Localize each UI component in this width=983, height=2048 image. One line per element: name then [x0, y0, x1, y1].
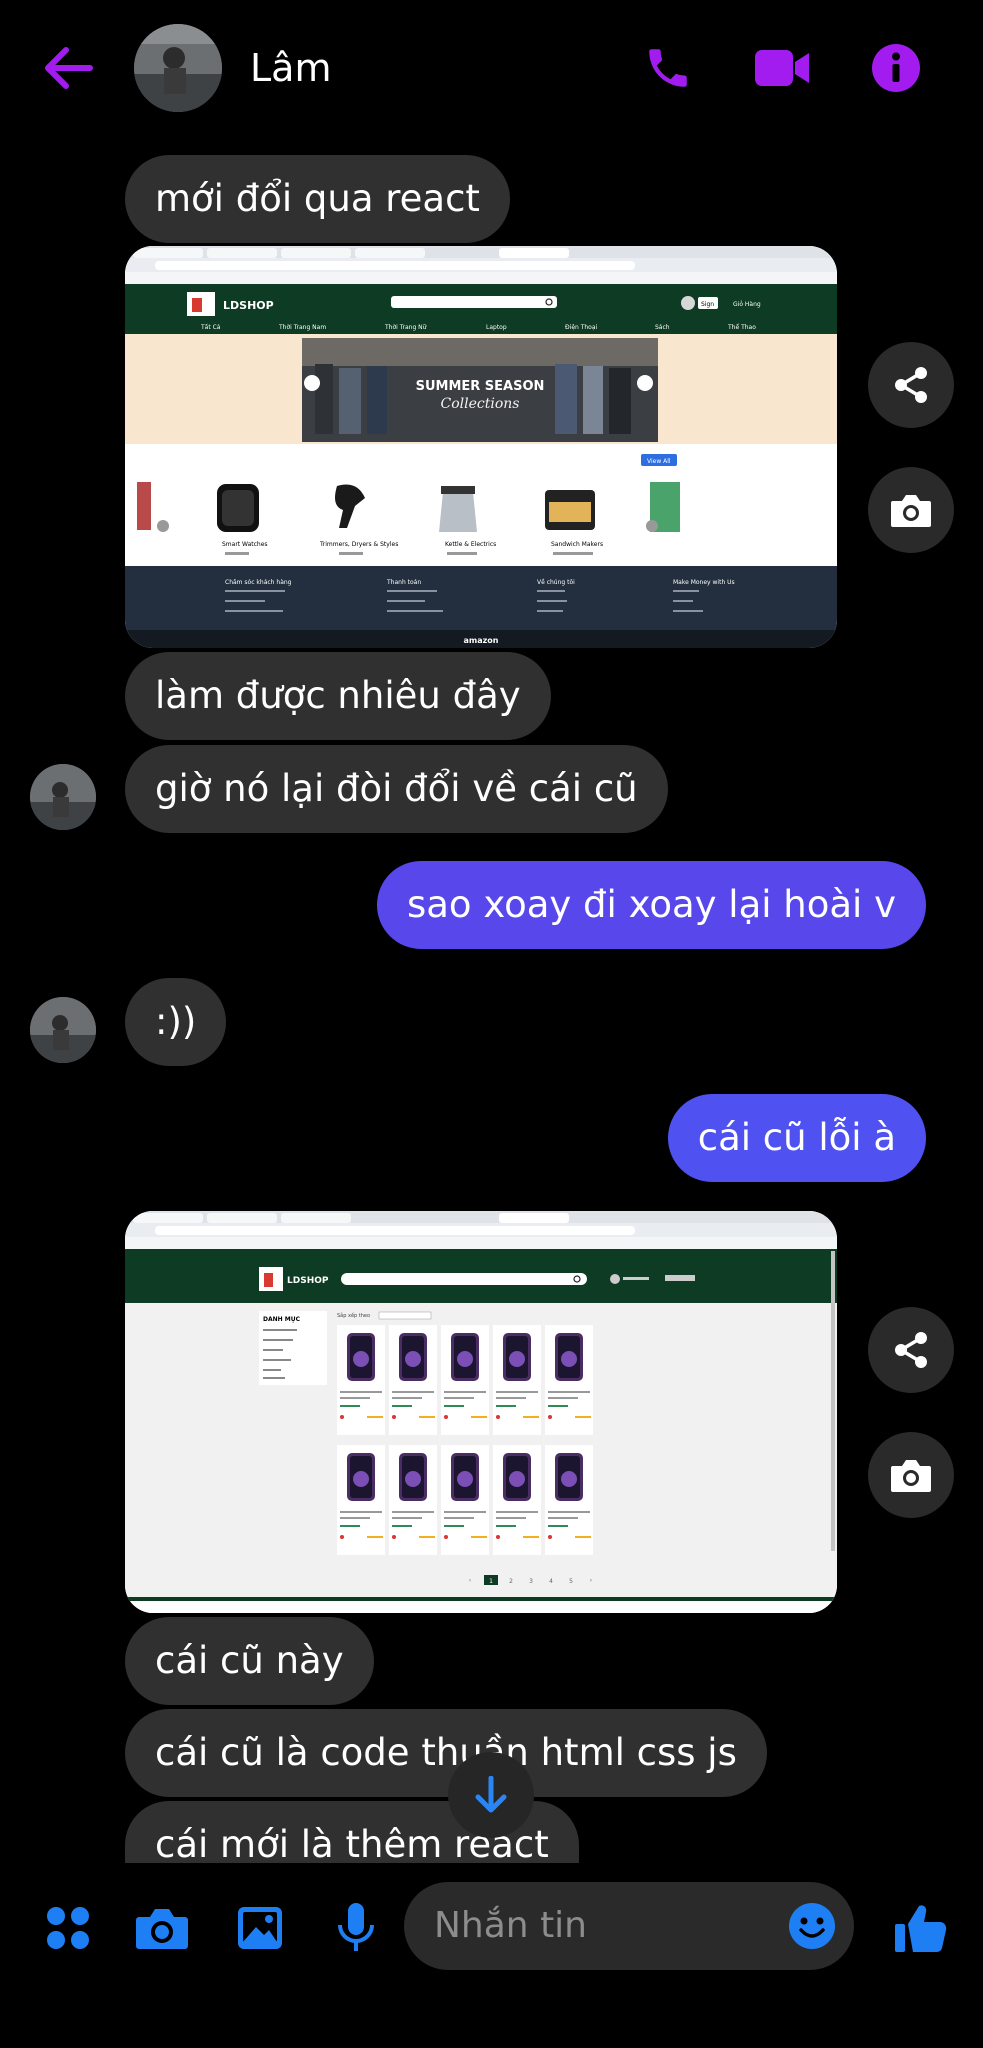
product-card[interactable]: [441, 1325, 489, 1435]
phone-icon: [649, 49, 687, 87]
video-camera-icon: [755, 50, 809, 86]
nav-item[interactable]: Điện Thoại: [565, 324, 598, 331]
shop-logo: LDSHOP: [287, 1276, 329, 1286]
nav-item[interactable]: Sách: [655, 324, 670, 331]
footer-heading: Chăm sóc khách hàng: [225, 579, 292, 586]
product-card[interactable]: [389, 1325, 437, 1435]
nav-item[interactable]: Laptop: [486, 324, 507, 331]
message-bubble[interactable]: cái cũ là code thuần html css js: [125, 1709, 767, 1797]
page-button[interactable]: 5: [569, 1578, 573, 1585]
product-card[interactable]: [493, 1445, 541, 1555]
scroll-down-button[interactable]: [448, 1752, 534, 1838]
message-bubble[interactable]: làm được nhiêu đây: [125, 652, 551, 740]
microphone-icon: [338, 1903, 374, 1951]
view-all-button[interactable]: View All: [647, 458, 671, 465]
product-card[interactable]: [545, 1445, 593, 1555]
message-input[interactable]: Nhắn tin: [404, 1882, 854, 1970]
camera-icon: [891, 495, 931, 527]
footer-heading: Thanh toán: [386, 579, 421, 586]
product-name[interactable]: Kettle & Electrics: [445, 541, 496, 548]
product-card[interactable]: [545, 1325, 593, 1435]
product-card[interactable]: [389, 1445, 437, 1555]
share-button[interactable]: [868, 1307, 954, 1393]
product-card[interactable]: [337, 1325, 385, 1435]
footer-heading: Về chúng tôi: [537, 578, 575, 586]
microphone-button[interactable]: [328, 1898, 384, 1958]
product-name[interactable]: Sandwich Makers: [551, 541, 603, 548]
nav-item[interactable]: Thời Trang Nữ: [384, 324, 428, 331]
cart-label[interactable]: Giỏ Hàng: [733, 301, 761, 308]
apps-button[interactable]: [40, 1900, 96, 1956]
emoji-button[interactable]: [784, 1898, 840, 1954]
share-icon: [895, 1332, 927, 1368]
image-icon: [238, 1907, 282, 1949]
shop-logo: LDSHOP: [223, 299, 274, 312]
category-title: DANH MỤC: [263, 1316, 301, 1323]
camera-button[interactable]: [868, 467, 954, 553]
page-button[interactable]: 2: [509, 1578, 513, 1585]
message-bubble[interactable]: giờ nó lại đòi đổi về cái cũ: [125, 745, 668, 833]
footer-heading: Make Money with Us: [673, 579, 735, 586]
video-call-button[interactable]: [752, 40, 812, 96]
message-bubble[interactable]: cái cũ này: [125, 1617, 374, 1705]
nav-item[interactable]: Thời Trang Nam: [278, 324, 326, 331]
message-bubble[interactable]: :)): [125, 978, 227, 1066]
thumbs-up-icon: [895, 1905, 947, 1952]
banner-title: SUMMER SEASON: [416, 379, 545, 394]
message-bubble-sent[interactable]: cái cũ lỗi à: [667, 1094, 926, 1182]
gallery-button[interactable]: [232, 1900, 288, 1956]
message-input-placeholder: Nhắn tin: [434, 1905, 587, 1946]
image-attachment[interactable]: LDSHOP DANH MỤC Sắp xếp theo ‹ 1 2 3 4 5…: [125, 1211, 837, 1613]
svg-text:›: ›: [590, 1577, 592, 1584]
footer-brand: amazon: [464, 636, 499, 645]
camera-icon: [891, 1460, 931, 1492]
arrow-left-icon: [45, 47, 93, 89]
grid-dots-icon: [47, 1907, 89, 1949]
image-attachment[interactable]: LDSHOP Sign Giỏ Hàng Tất Cả Thời Trang N…: [125, 246, 837, 648]
svg-text:‹: ‹: [469, 1577, 471, 1584]
nav-item[interactable]: Tất Cả: [200, 324, 221, 331]
share-icon: [895, 367, 927, 403]
message-bubble-sent[interactable]: sao xoay đi xoay lại hoài v: [376, 861, 926, 949]
product-name[interactable]: Trimmers, Dryers & Styles: [319, 541, 398, 548]
camera-icon: [136, 1909, 188, 1949]
info-icon: [872, 44, 920, 92]
product-name[interactable]: Smart Watches: [222, 541, 268, 548]
emoji-icon: [789, 1903, 835, 1949]
product-card[interactable]: [441, 1445, 489, 1555]
sort-label: Sắp xếp theo: [337, 1312, 370, 1319]
product-card[interactable]: [337, 1445, 385, 1555]
back-button[interactable]: [38, 40, 98, 96]
sender-avatar: [30, 997, 96, 1063]
arrow-down-icon: [475, 1776, 507, 1813]
contact-avatar[interactable]: [134, 24, 222, 112]
product-card[interactable]: [493, 1325, 541, 1435]
contact-name[interactable]: Lâm: [250, 40, 331, 96]
sign-button[interactable]: Sign: [701, 301, 714, 308]
voice-call-button[interactable]: [638, 40, 698, 96]
nav-item[interactable]: Thể Thao: [727, 324, 756, 331]
info-button[interactable]: [866, 40, 926, 96]
share-button[interactable]: [868, 342, 954, 428]
like-button[interactable]: [890, 1898, 950, 1958]
camera-composer-button[interactable]: [134, 1900, 190, 1956]
sender-avatar: [30, 764, 96, 830]
message-bubble[interactable]: mới đổi qua react: [125, 155, 510, 243]
page-button[interactable]: 4: [549, 1578, 553, 1585]
camera-button[interactable]: [868, 1432, 954, 1518]
banner-subtitle: Collections: [441, 396, 520, 412]
page-button[interactable]: 3: [529, 1578, 533, 1585]
page-button[interactable]: 1: [489, 1578, 493, 1585]
